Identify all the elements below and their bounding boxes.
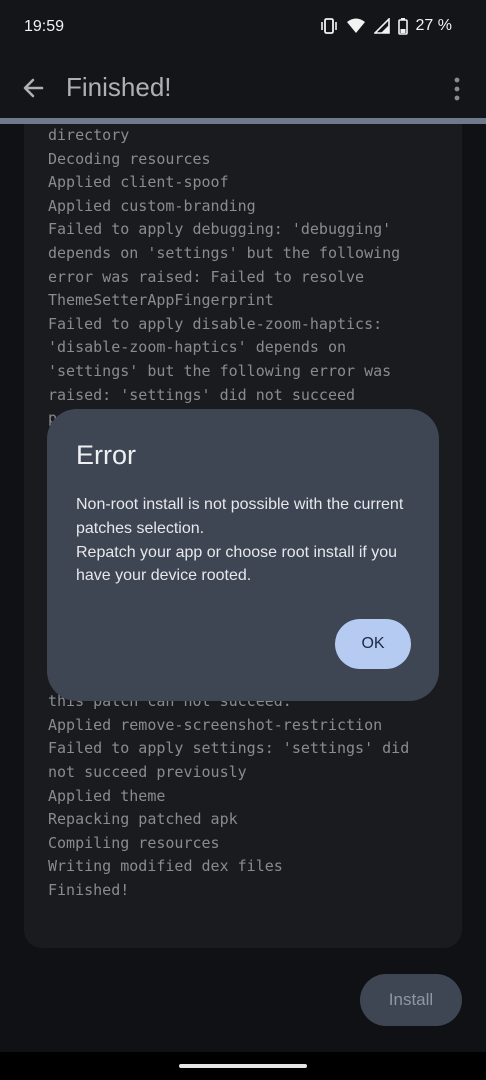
- dialog-message-line1: Non-root install is not possible with th…: [76, 496, 404, 537]
- back-button[interactable]: [16, 70, 52, 106]
- vibrate-icon: [320, 18, 337, 34]
- install-button[interactable]: Install: [360, 974, 462, 1026]
- more-options-button[interactable]: [446, 74, 468, 104]
- error-dialog: Error Non-root install is not possible w…: [47, 409, 439, 701]
- status-icons: 27 %: [320, 17, 452, 35]
- app-bar: Finished!: [0, 58, 486, 120]
- battery-icon: [397, 17, 408, 35]
- dialog-title: Error: [76, 440, 136, 470]
- wifi-icon: [346, 18, 365, 33]
- page-title: Finished!: [66, 72, 172, 102]
- more-vert-icon: [454, 77, 460, 101]
- status-time: 19:59: [24, 18, 65, 35]
- dialog-message: Non-root install is not possible with th…: [76, 493, 416, 588]
- battery-percent: 27 %: [415, 17, 452, 34]
- dialog-message-line2: Repatch your app or choose root install …: [76, 543, 398, 585]
- navigation-bar: [0, 1052, 486, 1080]
- status-bar: 19:59 27 %: [0, 0, 486, 58]
- signal-icon: [373, 18, 390, 34]
- ok-button[interactable]: OK: [335, 619, 411, 669]
- gesture-handle[interactable]: [179, 1064, 307, 1068]
- arrow-back-icon: [23, 78, 44, 98]
